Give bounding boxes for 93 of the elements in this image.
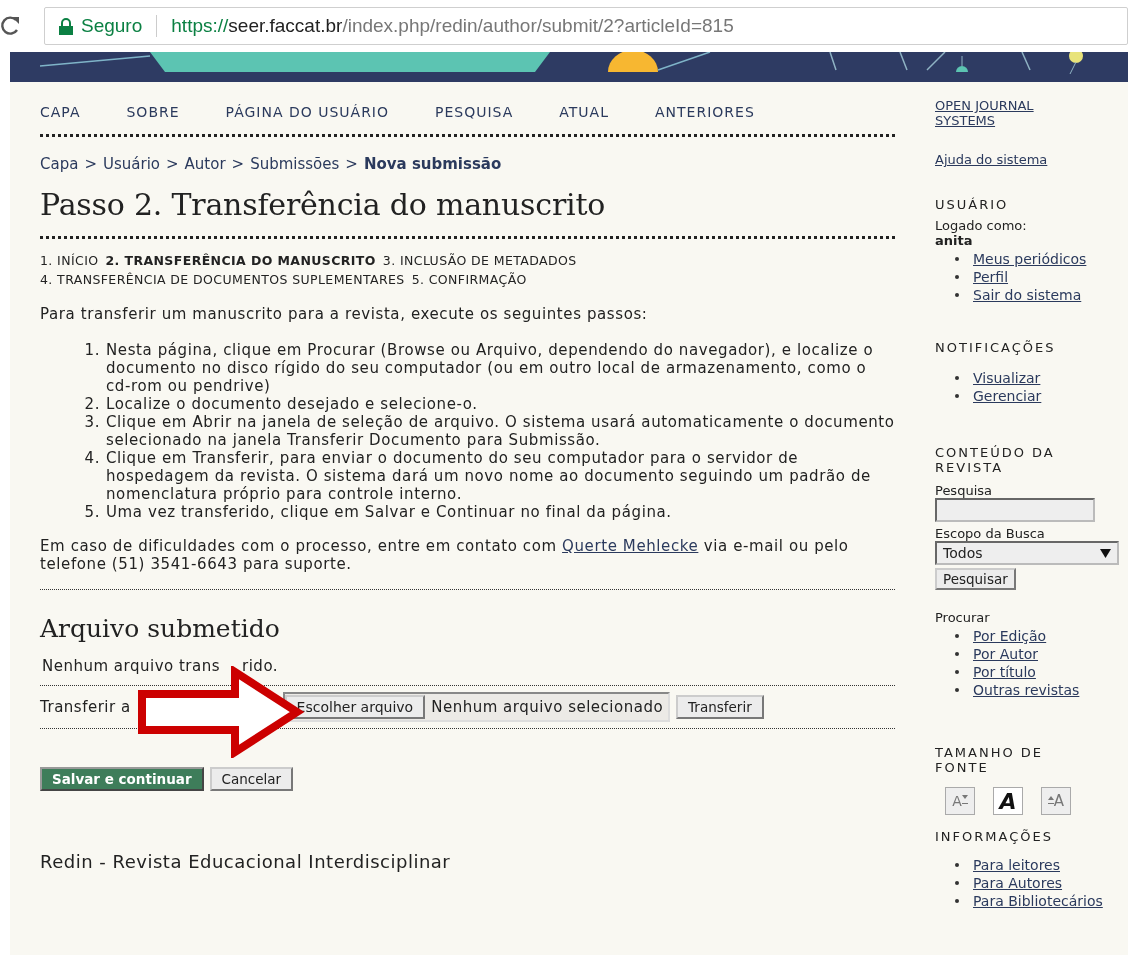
cancel-button[interactable]: Cancelar	[209, 767, 294, 791]
nav-link[interactable]: ANTERIORES	[655, 104, 755, 122]
step-label[interactable]: 1. INÍCIO	[40, 251, 99, 270]
font-size-button[interactable]: A	[1041, 787, 1071, 815]
breadcrumb-separator: >	[231, 155, 245, 173]
bullet-icon	[955, 275, 959, 279]
bullet-icon	[955, 688, 959, 692]
list-number: 1.	[83, 341, 100, 361]
field-label: Pesquisa	[935, 483, 993, 498]
ojs-link[interactable]: OPEN JOURNAL SYSTEMS	[935, 98, 1065, 128]
bullet-icon	[955, 634, 959, 638]
sidebar-link[interactable]: Para Autores	[973, 874, 1063, 892]
section-heading: TAMANHO DE FONTE	[935, 745, 1045, 775]
font-size-button[interactable]: A	[993, 787, 1023, 815]
bullet-icon	[955, 394, 959, 398]
sidebar-link[interactable]: Por Autor	[973, 645, 1038, 663]
search-field[interactable]	[935, 498, 1095, 522]
select-value: Todos	[943, 545, 983, 561]
url-text[interactable]: https://seer.faccat.br/index.php/redin/author/submit/2?articleId=815	[171, 15, 734, 37]
sidebar-link[interactable]: Para Bibliotecários	[973, 892, 1103, 910]
security-label: Seguro	[81, 15, 143, 37]
breadcrumb-link[interactable]: Autor	[184, 155, 226, 173]
page-title: Passo 2. Transferência do manuscrito	[40, 187, 607, 222]
help-link[interactable]: Ajuda do sistema	[935, 152, 1120, 167]
instruction-text: Nesta página, clique em Procurar (Browse ou Arquivo, dependendo do navegador), e localize o documento no disco rígido do seu computador (ou em outro local de armazenamento, como o cd-rom ou pendrive)	[106, 341, 875, 395]
intro-text: Para transferir um manuscrito para a revista, execute os seguintes passos:	[40, 305, 649, 323]
section-heading: CONTEÚDO DA REVISTA	[935, 445, 1056, 475]
search-button[interactable]: Pesquisar	[935, 568, 1016, 590]
logged-label: Logado como:	[935, 218, 1028, 233]
sidebar-link[interactable]: Outras revistas	[973, 681, 1080, 699]
scope-select[interactable]: Todos	[935, 541, 1119, 565]
breadcrumb-link[interactable]: Capa	[40, 155, 79, 173]
breadcrumb-link[interactable]: Submissões	[250, 155, 340, 173]
list-number: 4.	[83, 449, 100, 469]
sidebar-link[interactable]: Sair do sistema	[973, 286, 1082, 304]
caret-icon	[1100, 548, 1111, 558]
sidebar-link[interactable]: Gerenciar	[973, 387, 1042, 405]
nav-link[interactable]: PÁGINA DO USUÁRIO	[225, 104, 390, 122]
file-input[interactable]: Escolher arquivo Nenhum arquivo selecionado	[282, 692, 671, 722]
upload-button[interactable]: Transferir	[676, 695, 764, 719]
section-heading: Arquivo submetido	[40, 613, 281, 643]
upload-label: Transferir a	[40, 698, 131, 716]
sidebar-link[interactable]: Perfil	[973, 268, 1009, 286]
step-label[interactable]: 4. TRANSFERÊNCIA DE DOCUMENTOS SUPLEMENTARES	[40, 270, 405, 289]
lock-icon	[59, 17, 73, 35]
bullet-icon	[955, 652, 959, 656]
save-continue-button[interactable]: Salvar e continuar	[40, 767, 204, 791]
step-label[interactable]: 2. TRANSFERÊNCIA DO MANUSCRITO	[105, 251, 376, 270]
section-heading: NOTIFICAÇÕES	[935, 340, 1057, 355]
nav-link[interactable]: ATUAL	[559, 104, 609, 122]
nav-link[interactable]: CAPA	[40, 104, 81, 122]
bullet-icon	[955, 293, 959, 297]
list-number: 3.	[83, 413, 100, 433]
bullet-icon	[955, 257, 959, 261]
instruction-text: Localize o documento desejado e selecione-o.	[106, 395, 478, 413]
choose-file-button[interactable]: Escolher arquivo	[284, 695, 426, 719]
username-text: anita	[935, 233, 974, 248]
up-arrow-icon	[1047, 795, 1054, 807]
breadcrumb-separator: >	[345, 155, 358, 173]
bullet-icon	[955, 863, 959, 867]
step-label[interactable]: 3. INCLUSÃO DE METADADOS	[382, 251, 577, 270]
instruction-text: Clique em Abrir na janela de seleção de arquivo. O sistema usará automaticamente o documento selecionado na janela Transferir Documento para Submissão.	[106, 413, 895, 449]
instruction-text: Clique em Transferir, para enviar o documento do seu computador para o servidor de hospedagem da revista. O sistema dará um novo nome ao documento seguindo um padrão de nomenclatura próprio para controle interno.	[106, 449, 872, 503]
step-label[interactable]: 5. CONFIRMAÇÃO	[411, 270, 527, 289]
list-number: 2.	[83, 395, 100, 413]
file-name-text: Nenhum arquivo selecionado	[431, 698, 664, 716]
bullet-icon	[955, 670, 959, 674]
bullet-icon	[955, 881, 959, 885]
section-heading: USUÁRIO	[935, 197, 1010, 212]
list-number: 5.	[83, 503, 100, 521]
nav-link[interactable]: PESQUISA	[435, 104, 514, 122]
breadcrumb-separator: >	[84, 155, 97, 173]
status-text: rido.	[242, 657, 279, 675]
section-heading: INFORMAÇÕES	[935, 829, 1054, 844]
down-arrow-icon	[961, 795, 968, 807]
bullet-icon	[955, 899, 959, 903]
sidebar-link[interactable]: Meus periódicos	[973, 250, 1087, 268]
sidebar-link[interactable]: Por título	[973, 663, 1036, 681]
field-label: Escopo da Busca	[935, 526, 1046, 541]
browse-label: Procurar	[935, 610, 991, 625]
bullet-icon	[955, 376, 959, 380]
breadcrumb-separator: >	[166, 155, 179, 173]
sidebar-link[interactable]: Para leitores	[973, 856, 1060, 874]
sidebar-link[interactable]: Por Edição	[973, 627, 1047, 645]
status-text: Nenhum arquivo trans	[42, 657, 221, 675]
instruction-text: Uma vez transferido, clique em Salvar e Continuar no final da página.	[106, 503, 672, 521]
breadcrumb-link[interactable]: Usuário	[102, 155, 160, 173]
sidebar-link[interactable]: Visualizar	[973, 369, 1041, 387]
support-text: Em caso de dificuldades com o processo, entre em contato com Querte Mehlecke via e-mail ou pelo telefone (51) 3541-6643 para suporte.	[40, 537, 850, 573]
font-size-button[interactable]: A	[945, 787, 975, 815]
nav-link[interactable]: SOBRE	[126, 104, 180, 122]
contact-link[interactable]: Querte Mehlecke	[562, 537, 699, 555]
footer-text: Redin - Revista Educacional Interdisciplinar	[40, 851, 452, 872]
